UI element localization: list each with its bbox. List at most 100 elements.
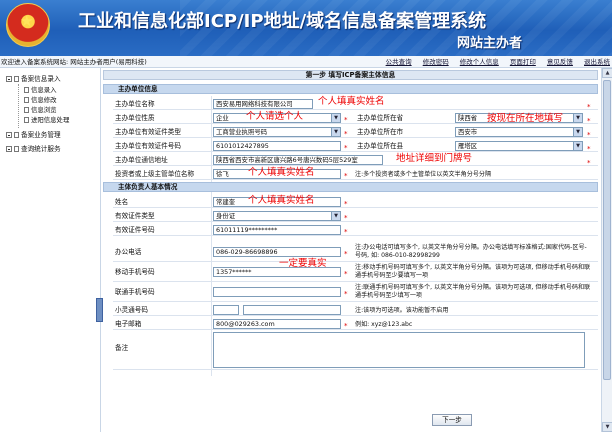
change-password-link[interactable]: 修改密码 <box>423 58 449 66</box>
sidebar-group-query-stats[interactable]: 查询统计服务 <box>6 144 61 154</box>
phs-note: 注:该项为可选项。该功能暂不启用 <box>355 307 449 314</box>
folder-icon <box>14 76 19 82</box>
required-mark: * <box>587 159 591 167</box>
form-area: 第一步 填写ICP备案主体信息 主办单位信息 主办单位名称 西安易用网络科技有限… <box>103 68 601 432</box>
annotation-must-be-real: 一定要真实 <box>279 258 327 269</box>
column-divider <box>211 96 212 376</box>
section-person-info: 主体负责人基本情况 <box>103 182 598 192</box>
person-cert-type-select[interactable]: 身份证 ▼ <box>213 211 341 221</box>
person-cert-no-label: 有效证件号码 <box>115 226 155 234</box>
annotation-real-name-2: 个人填真实姓名 <box>248 167 315 178</box>
required-mark: * <box>344 322 348 330</box>
required-mark: * <box>344 116 348 124</box>
sidebar-item-info-edit[interactable]: 信息修改 <box>24 96 57 105</box>
public-query-link[interactable]: 公共查询 <box>386 58 412 66</box>
required-mark: * <box>344 144 348 152</box>
dropdown-arrow-icon[interactable]: ▼ <box>331 128 340 136</box>
folder-icon <box>14 146 19 152</box>
logout-link[interactable]: 退出系统 <box>584 58 610 66</box>
sidebar-item-label: 信息浏览 <box>31 106 57 114</box>
next-step-button[interactable]: 下一步 <box>432 414 472 426</box>
collapse-icon[interactable] <box>6 76 12 82</box>
province-value: 陕西省 <box>458 114 478 122</box>
required-mark: * <box>344 290 348 298</box>
dropdown-arrow-icon[interactable]: ▼ <box>573 114 582 122</box>
phs-number-input[interactable] <box>243 305 341 315</box>
scroll-down-arrow-icon[interactable]: ▼ <box>602 422 612 432</box>
sidebar-group-business-mgmt[interactable]: 备案业务管理 <box>6 130 61 140</box>
phs-area-code-input[interactable] <box>213 305 239 315</box>
required-mark: * <box>587 131 591 139</box>
sidebar-group-label: 备案业务管理 <box>21 131 61 139</box>
required-mark: * <box>344 270 348 278</box>
email-note: 例如: xyz@123.abc <box>355 321 413 328</box>
sidebar-item-info-browse[interactable]: 信息浏览 <box>24 106 57 115</box>
required-mark: * <box>587 145 591 153</box>
top-toolbar: 欢迎进入备案系统网站: 网站主办者用户(易用科技) 公共查询 修改密码 修改个人… <box>0 56 612 68</box>
county-select[interactable]: 雁塔区 ▼ <box>455 141 583 151</box>
dropdown-arrow-icon[interactable]: ▼ <box>331 212 340 220</box>
office-phone-label: 办公电话 <box>115 248 142 256</box>
required-mark: * <box>344 130 348 138</box>
cert-type-select[interactable]: 工商营业执照号码 ▼ <box>213 127 341 137</box>
province-label: 主办单位所在省 <box>357 114 404 122</box>
annotation-address-detail: 地址详细到门牌号 <box>396 153 473 164</box>
tree-connector <box>18 84 19 128</box>
email-label: 电子邮箱 <box>115 320 142 328</box>
person-cert-type-value: 身份证 <box>216 212 236 220</box>
sidebar-group-label: 备案信息录入 <box>21 75 61 83</box>
scrollbar-thumb[interactable] <box>603 80 611 380</box>
document-icon <box>24 97 29 103</box>
required-mark: * <box>587 103 591 111</box>
sidebar-item-label: 信息录入 <box>31 86 57 94</box>
person-name-label: 姓名 <box>115 198 129 206</box>
edit-profile-link[interactable]: 修改个人信息 <box>460 58 499 66</box>
sidebar-group-record-entry[interactable]: 备案信息录入 <box>6 74 61 84</box>
unit-name-label: 主办单位名称 <box>115 100 155 108</box>
remark-textarea[interactable] <box>213 332 585 368</box>
document-icon <box>24 87 29 93</box>
cert-type-value: 工商营业执照号码 <box>216 128 268 136</box>
unit-nature-label: 主办单位性质 <box>115 114 155 122</box>
sidebar: 备案信息录入 信息录入 信息修改 信息浏览 进阳信息处理 备案业务管理 查询统计… <box>0 68 103 432</box>
required-mark: * <box>587 117 591 125</box>
section-unit-info: 主办单位信息 <box>103 84 598 94</box>
sidebar-item-label: 进阳信息处理 <box>31 116 70 124</box>
person-cert-no-input[interactable]: 61011119********* <box>213 225 341 235</box>
mobile-note: 注:移动手机号码可填写多个, 以英文半角分号分隔。该项为可选项, 但移动手机号码… <box>355 264 591 279</box>
person-cert-type-label: 有效证件类型 <box>115 212 155 220</box>
sidebar-item-info-entry[interactable]: 信息录入 <box>24 86 57 95</box>
unicom-input[interactable] <box>213 287 341 297</box>
scroll-up-arrow-icon[interactable]: ▲ <box>602 68 612 78</box>
dropdown-arrow-icon[interactable]: ▼ <box>331 114 340 122</box>
dropdown-arrow-icon[interactable]: ▼ <box>573 142 582 150</box>
sidebar-item-returned-info[interactable]: 进阳信息处理 <box>24 116 69 125</box>
document-icon <box>24 117 29 123</box>
address-input[interactable]: 陕西省西安市高新区唐兴路6号唐兴数码5层529室 <box>213 155 383 165</box>
table-row <box>113 194 598 208</box>
email-input[interactable]: 800@029263.com <box>213 319 341 329</box>
office-phone-input[interactable]: 086-029-86698896 <box>213 247 341 257</box>
expand-icon[interactable] <box>6 132 12 138</box>
sidebar-toggle-handle[interactable] <box>96 298 103 322</box>
folder-icon <box>14 132 19 138</box>
feedback-link[interactable]: 意见反馈 <box>547 58 573 66</box>
investor-note: 注:多个投资者或多个主管单位以英文半角分号分隔 <box>355 171 492 178</box>
welcome-text: 欢迎进入备案系统网站: 网站主办者用户(易用科技) <box>1 58 147 66</box>
city-label: 主办单位所在市 <box>357 128 404 136</box>
toolbar-links: 公共查询 修改密码 修改个人信息 页面打印 意见反馈 退出系统 <box>377 56 610 68</box>
vertical-scrollbar[interactable]: ▲ ▼ <box>601 68 612 432</box>
cert-no-label: 主办单位有效证件号码 <box>115 142 181 150</box>
office-phone-note: 注:办公电话可填写多个, 以英文半角分号分隔。办公电话填写标准格式:国家代码-区… <box>355 244 587 259</box>
city-select[interactable]: 西安市 ▼ <box>455 127 583 137</box>
mobile-label: 移动手机号码 <box>115 268 155 276</box>
required-mark: * <box>344 228 348 236</box>
unit-name-input[interactable]: 西安易用网络科技有限公司 <box>213 99 313 109</box>
phs-label: 小灵通号码 <box>115 306 148 314</box>
cert-no-input[interactable]: 6101012427895 <box>213 141 341 151</box>
expand-icon[interactable] <box>6 146 12 152</box>
table-row <box>113 222 598 236</box>
dropdown-arrow-icon[interactable]: ▼ <box>573 128 582 136</box>
print-page-link[interactable]: 页面打印 <box>510 58 536 66</box>
document-icon <box>24 107 29 113</box>
